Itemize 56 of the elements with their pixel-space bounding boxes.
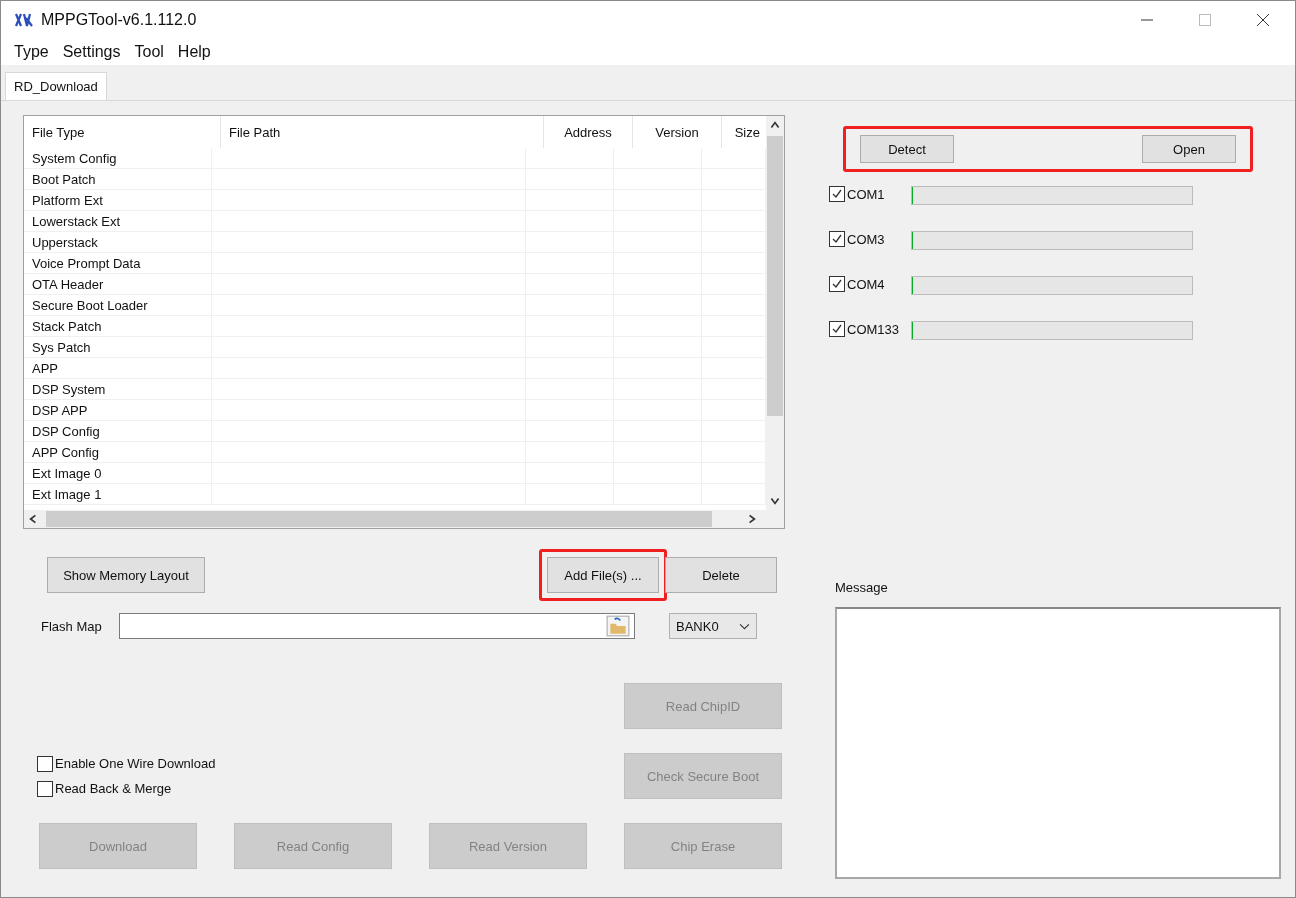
bank-dropdown[interactable]: BANK0 (669, 613, 757, 639)
table-cell: Lowerstack Ext (24, 211, 212, 231)
folder-icon[interactable] (606, 615, 630, 637)
column-header[interactable]: Address (544, 116, 633, 148)
message-label: Message (835, 580, 889, 595)
scrollbar-thumb[interactable] (767, 136, 783, 416)
table-cell: System Config (24, 148, 212, 168)
table-cell: APP (24, 358, 212, 378)
table-cell: DSP APP (24, 400, 212, 420)
button[interactable]: Open (1142, 135, 1236, 163)
button[interactable]: Delete (665, 557, 777, 593)
table-cell: DSP Config (24, 421, 212, 441)
table-cell: Ext Image 1 (24, 484, 212, 504)
table-cell: Secure Boot Loader (24, 295, 212, 315)
tab[interactable]: RD_Download (5, 72, 107, 100)
checkmark-icon (831, 278, 843, 290)
table-cell: Boot Patch (24, 169, 212, 189)
maximize-icon[interactable] (1199, 14, 1211, 26)
vertical-scrollbar[interactable] (766, 116, 784, 510)
close-icon[interactable] (1257, 14, 1269, 26)
checkbox[interactable]: COM3 (829, 231, 911, 247)
menu-item[interactable]: Settings (55, 43, 128, 61)
checkmark-icon (831, 188, 843, 200)
checkbox[interactable]: Read Back & Merge (37, 780, 172, 797)
checkbox[interactable]: COM4 (829, 276, 911, 292)
horizontal-scrollbar[interactable] (24, 510, 784, 528)
column-header[interactable]: Version (633, 116, 722, 148)
app-logo-icon (13, 12, 35, 28)
button[interactable]: Detect (860, 135, 954, 163)
button[interactable]: Show Memory Layout (47, 557, 205, 593)
chevron-down-icon (739, 622, 750, 630)
menu-item[interactable]: Help (170, 43, 218, 61)
field-label: Flash Map (41, 618, 103, 634)
window-title: MPPGTool-v6.1.112.0 (41, 11, 197, 29)
column-header[interactable]: Size (722, 116, 766, 148)
menu-item[interactable]: Type (7, 43, 56, 61)
table-cell: DSP System (24, 379, 212, 399)
table-cell: Upperstack (24, 232, 212, 252)
table-cell: Stack Patch (24, 316, 212, 336)
column-header[interactable]: File Path (221, 116, 544, 148)
checkmark-icon (831, 233, 843, 245)
checkbox[interactable]: Enable One Wire Download (37, 755, 216, 772)
table-cell: Voice Prompt Data (24, 253, 212, 273)
checkbox[interactable]: COM1 (829, 186, 911, 202)
table-cell: Ext Image 0 (24, 463, 212, 483)
checkmark-icon (831, 323, 843, 335)
checkbox[interactable]: COM133 (829, 321, 911, 337)
column-header[interactable]: File Type (24, 116, 221, 148)
button[interactable]: Add File(s) ... (547, 557, 659, 593)
table-cell: APP Config (24, 442, 212, 462)
table-cell: OTA Header (24, 274, 212, 294)
table-cell: Platform Ext (24, 190, 212, 210)
scrollbar-thumb[interactable] (46, 511, 712, 527)
menu-item[interactable]: Tool (127, 43, 171, 61)
table-cell: Sys Patch (24, 337, 212, 357)
flash-map-field[interactable] (119, 613, 635, 639)
